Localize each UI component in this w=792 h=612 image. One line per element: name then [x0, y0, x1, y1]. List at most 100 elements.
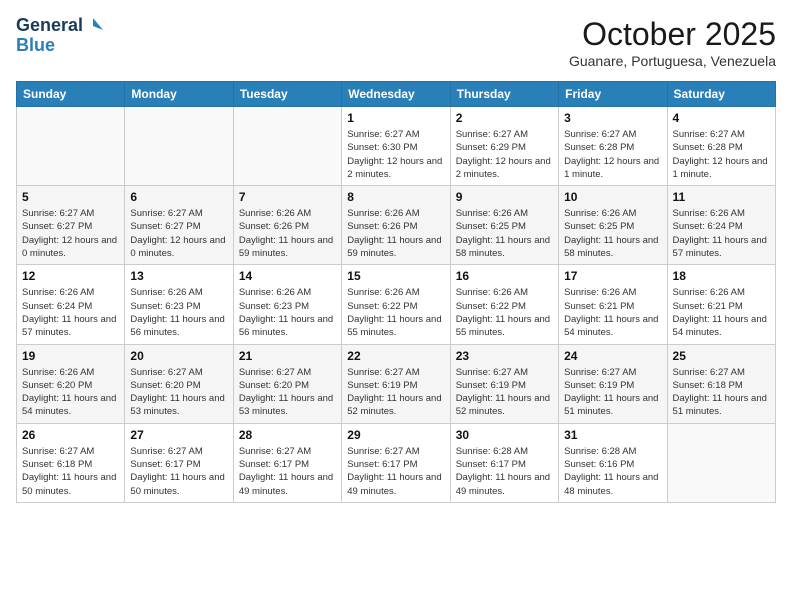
calendar-cell: 17 Sunrise: 6:26 AM Sunset: 6:21 PM Dayli…: [559, 265, 667, 344]
calendar-cell: 24 Sunrise: 6:27 AM Sunset: 6:19 PM Dayli…: [559, 344, 667, 423]
calendar-cell: 11Sunrise: 6:26 AM Sunset: 6:24 PM Dayli…: [667, 186, 775, 265]
day-info: Sunrise: 6:27 AM Sunset: 6:19 PM Dayligh…: [347, 366, 444, 419]
logo: General Blue: [16, 16, 103, 56]
calendar-cell: [17, 107, 125, 186]
calendar-cell: 23 Sunrise: 6:27 AM Sunset: 6:19 PM Dayli…: [450, 344, 558, 423]
day-number: 3: [564, 111, 661, 125]
calendar-cell: 25 Sunrise: 6:27 AM Sunset: 6:18 PM Dayli…: [667, 344, 775, 423]
day-info: Sunrise: 6:28 AM Sunset: 6:16 PM Dayligh…: [564, 445, 661, 498]
day-number: 17: [564, 269, 661, 283]
calendar-cell: 13Sunrise: 6:26 AM Sunset: 6:23 PM Dayli…: [125, 265, 233, 344]
day-info: Sunrise: 6:26 AM Sunset: 6:21 PM Dayligh…: [564, 286, 661, 339]
day-number: 28: [239, 428, 336, 442]
calendar-week-row: 1 Sunrise: 6:27 AM Sunset: 6:30 PM Daylig…: [17, 107, 776, 186]
calendar-week-row: 12Sunrise: 6:26 AM Sunset: 6:24 PM Dayli…: [17, 265, 776, 344]
calendar-cell: 5 Sunrise: 6:27 AM Sunset: 6:27 PM Daylig…: [17, 186, 125, 265]
calendar-cell: 7 Sunrise: 6:26 AM Sunset: 6:26 PM Daylig…: [233, 186, 341, 265]
day-number: 1: [347, 111, 444, 125]
day-number: 16: [456, 269, 553, 283]
calendar-cell: 26 Sunrise: 6:27 AM Sunset: 6:18 PM Dayli…: [17, 423, 125, 502]
day-number: 19: [22, 349, 119, 363]
col-wednesday: Wednesday: [342, 82, 450, 107]
day-number: 5: [22, 190, 119, 204]
day-number: 11: [673, 190, 770, 204]
day-info: Sunrise: 6:27 AM Sunset: 6:17 PM Dayligh…: [130, 445, 227, 498]
day-info: Sunrise: 6:26 AM Sunset: 6:20 PM Dayligh…: [22, 366, 119, 419]
col-thursday: Thursday: [450, 82, 558, 107]
day-info: Sunrise: 6:26 AM Sunset: 6:23 PM Dayligh…: [239, 286, 336, 339]
day-number: 21: [239, 349, 336, 363]
day-info: Sunrise: 6:27 AM Sunset: 6:29 PM Dayligh…: [456, 128, 553, 181]
day-number: 7: [239, 190, 336, 204]
calendar-cell: 18 Sunrise: 6:26 AM Sunset: 6:21 PM Dayli…: [667, 265, 775, 344]
day-number: 6: [130, 190, 227, 204]
day-info: Sunrise: 6:26 AM Sunset: 6:21 PM Dayligh…: [673, 286, 770, 339]
calendar-cell: 28Sunrise: 6:27 AM Sunset: 6:17 PM Dayli…: [233, 423, 341, 502]
calendar-cell: 22 Sunrise: 6:27 AM Sunset: 6:19 PM Dayli…: [342, 344, 450, 423]
day-info: Sunrise: 6:27 AM Sunset: 6:19 PM Dayligh…: [564, 366, 661, 419]
col-friday: Friday: [559, 82, 667, 107]
day-number: 22: [347, 349, 444, 363]
calendar-table: Sunday Monday Tuesday Wednesday Thursday…: [16, 81, 776, 503]
day-number: 18: [673, 269, 770, 283]
calendar-cell: 21 Sunrise: 6:27 AM Sunset: 6:20 PM Dayli…: [233, 344, 341, 423]
calendar-cell: 9Sunrise: 6:26 AM Sunset: 6:25 PM Daylig…: [450, 186, 558, 265]
day-number: 26: [22, 428, 119, 442]
calendar-header-row: Sunday Monday Tuesday Wednesday Thursday…: [17, 82, 776, 107]
day-number: 23: [456, 349, 553, 363]
day-number: 4: [673, 111, 770, 125]
logo-text-general: General: [16, 16, 83, 36]
col-monday: Monday: [125, 82, 233, 107]
calendar-cell: 30 Sunrise: 6:28 AM Sunset: 6:17 PM Dayli…: [450, 423, 558, 502]
calendar-cell: 10 Sunrise: 6:26 AM Sunset: 6:25 PM Dayli…: [559, 186, 667, 265]
calendar-cell: 20 Sunrise: 6:27 AM Sunset: 6:20 PM Dayli…: [125, 344, 233, 423]
calendar-cell: 15Sunrise: 6:26 AM Sunset: 6:22 PM Dayli…: [342, 265, 450, 344]
col-sunday: Sunday: [17, 82, 125, 107]
calendar-cell: 29 Sunrise: 6:27 AM Sunset: 6:17 PM Dayli…: [342, 423, 450, 502]
calendar-cell: 1 Sunrise: 6:27 AM Sunset: 6:30 PM Daylig…: [342, 107, 450, 186]
location-subtitle: Guanare, Portuguesa, Venezuela: [569, 53, 776, 69]
day-info: Sunrise: 6:28 AM Sunset: 6:17 PM Dayligh…: [456, 445, 553, 498]
col-tuesday: Tuesday: [233, 82, 341, 107]
day-info: Sunrise: 6:27 AM Sunset: 6:20 PM Dayligh…: [239, 366, 336, 419]
day-info: Sunrise: 6:27 AM Sunset: 6:30 PM Dayligh…: [347, 128, 444, 181]
calendar-cell: [233, 107, 341, 186]
day-info: Sunrise: 6:26 AM Sunset: 6:26 PM Dayligh…: [239, 207, 336, 260]
calendar-cell: [125, 107, 233, 186]
day-number: 25: [673, 349, 770, 363]
calendar-cell: 27 Sunrise: 6:27 AM Sunset: 6:17 PM Dayli…: [125, 423, 233, 502]
calendar-cell: 2 Sunrise: 6:27 AM Sunset: 6:29 PM Daylig…: [450, 107, 558, 186]
calendar-week-row: 5 Sunrise: 6:27 AM Sunset: 6:27 PM Daylig…: [17, 186, 776, 265]
day-info: Sunrise: 6:27 AM Sunset: 6:19 PM Dayligh…: [456, 366, 553, 419]
calendar-cell: 14Sunrise: 6:26 AM Sunset: 6:23 PM Dayli…: [233, 265, 341, 344]
day-info: Sunrise: 6:27 AM Sunset: 6:18 PM Dayligh…: [673, 366, 770, 419]
day-info: Sunrise: 6:27 AM Sunset: 6:20 PM Dayligh…: [130, 366, 227, 419]
calendar-cell: 12Sunrise: 6:26 AM Sunset: 6:24 PM Dayli…: [17, 265, 125, 344]
logo-bird-icon: [83, 16, 103, 36]
day-number: 2: [456, 111, 553, 125]
day-info: Sunrise: 6:27 AM Sunset: 6:27 PM Dayligh…: [130, 207, 227, 260]
day-number: 20: [130, 349, 227, 363]
day-number: 27: [130, 428, 227, 442]
day-number: 31: [564, 428, 661, 442]
calendar-week-row: 26 Sunrise: 6:27 AM Sunset: 6:18 PM Dayli…: [17, 423, 776, 502]
day-number: 30: [456, 428, 553, 442]
day-number: 8: [347, 190, 444, 204]
calendar-cell: 31 Sunrise: 6:28 AM Sunset: 6:16 PM Dayli…: [559, 423, 667, 502]
day-number: 29: [347, 428, 444, 442]
day-info: Sunrise: 6:27 AM Sunset: 6:18 PM Dayligh…: [22, 445, 119, 498]
day-number: 24: [564, 349, 661, 363]
calendar-week-row: 19 Sunrise: 6:26 AM Sunset: 6:20 PM Dayli…: [17, 344, 776, 423]
calendar-cell: 8Sunrise: 6:26 AM Sunset: 6:26 PM Daylig…: [342, 186, 450, 265]
month-title: October 2025: [569, 16, 776, 53]
day-number: 12: [22, 269, 119, 283]
day-number: 10: [564, 190, 661, 204]
calendar-cell: [667, 423, 775, 502]
day-info: Sunrise: 6:26 AM Sunset: 6:25 PM Dayligh…: [564, 207, 661, 260]
day-info: Sunrise: 6:27 AM Sunset: 6:17 PM Dayligh…: [347, 445, 444, 498]
day-info: Sunrise: 6:27 AM Sunset: 6:27 PM Dayligh…: [22, 207, 119, 260]
day-info: Sunrise: 6:26 AM Sunset: 6:22 PM Dayligh…: [456, 286, 553, 339]
calendar-cell: 4Sunrise: 6:27 AM Sunset: 6:28 PM Daylig…: [667, 107, 775, 186]
col-saturday: Saturday: [667, 82, 775, 107]
day-info: Sunrise: 6:26 AM Sunset: 6:25 PM Dayligh…: [456, 207, 553, 260]
